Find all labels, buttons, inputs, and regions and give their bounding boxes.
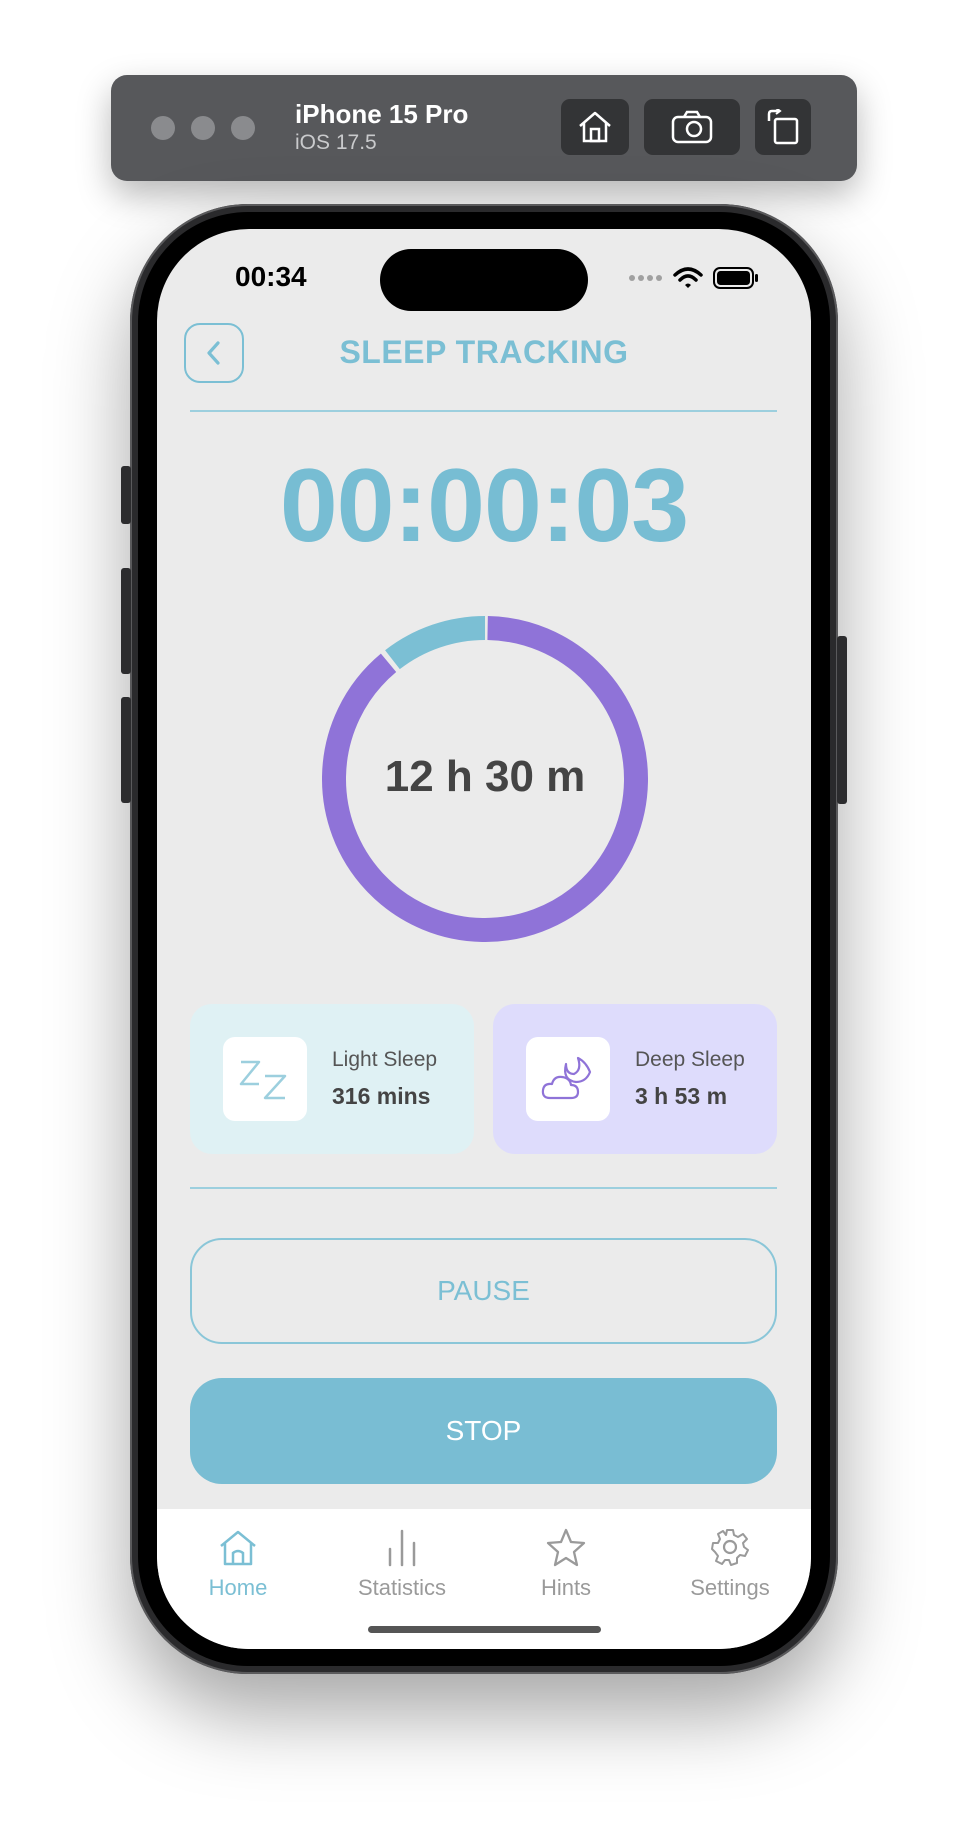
light-sleep-label: Light Sleep bbox=[332, 1048, 438, 1071]
header-divider bbox=[190, 410, 777, 412]
tab-settings-label: Settings bbox=[690, 1575, 770, 1600]
tab-hints[interactable]: Hints bbox=[496, 1509, 636, 1601]
page-title: SLEEP TRACKING bbox=[339, 334, 629, 370]
screenshot-button[interactable] bbox=[644, 99, 740, 155]
home-icon bbox=[579, 111, 611, 143]
volume-down-button[interactable] bbox=[121, 697, 131, 803]
power-button[interactable] bbox=[837, 636, 847, 804]
window-close-dot[interactable] bbox=[151, 116, 175, 140]
tab-statistics-label: Statistics bbox=[357, 1575, 447, 1600]
signal-icon bbox=[629, 275, 662, 281]
light-sleep-card: Light Sleep 316 mins bbox=[190, 1004, 474, 1154]
os-version: iOS 17.5 bbox=[295, 131, 377, 154]
gear-icon bbox=[711, 1529, 749, 1566]
tab-settings[interactable]: Settings bbox=[660, 1509, 800, 1601]
window-minimize-dot[interactable] bbox=[191, 116, 215, 140]
cloud-moon-icon bbox=[526, 1037, 610, 1121]
cards-divider bbox=[190, 1187, 777, 1189]
status-icons bbox=[629, 267, 759, 289]
bar-chart-icon bbox=[388, 1529, 416, 1567]
camera-icon bbox=[671, 110, 713, 144]
wifi-icon bbox=[673, 267, 703, 288]
deep-sleep-value: 3 h 53 m bbox=[635, 1083, 728, 1109]
pause-button[interactable]: PAUSE bbox=[190, 1238, 777, 1344]
rotate-icon bbox=[767, 109, 799, 145]
dynamic-island bbox=[380, 249, 588, 311]
tab-statistics[interactable]: Statistics bbox=[332, 1509, 472, 1601]
deep-sleep-label: Deep Sleep bbox=[635, 1048, 745, 1071]
tab-hints-label: Hints bbox=[540, 1575, 592, 1600]
window-zoom-dot[interactable] bbox=[231, 116, 255, 140]
zz-icon bbox=[223, 1037, 307, 1121]
volume-up-button[interactable] bbox=[121, 568, 131, 674]
stop-button[interactable]: STOP bbox=[190, 1378, 777, 1484]
home-button[interactable] bbox=[561, 99, 629, 155]
status-time: 00:34 bbox=[235, 261, 307, 292]
light-sleep-value: 316 mins bbox=[332, 1083, 431, 1109]
rotate-button[interactable] bbox=[755, 99, 811, 155]
tab-home-label: Home bbox=[208, 1575, 268, 1600]
app-screen: 00:34 SLEEP TRACKING 00:00:03 12 h 30 m bbox=[157, 229, 811, 1649]
total-sleep-label: 12 h 30 m bbox=[384, 752, 586, 801]
battery-icon bbox=[713, 267, 758, 289]
tab-home[interactable]: Home bbox=[168, 1509, 308, 1601]
star-icon bbox=[546, 1528, 586, 1567]
home-icon bbox=[220, 1530, 256, 1566]
sleep-ring: 12 h 30 m bbox=[322, 616, 648, 942]
deep-sleep-card: Deep Sleep 3 h 53 m bbox=[493, 1004, 777, 1154]
action-button[interactable] bbox=[121, 466, 131, 524]
elapsed-timer: 00:00:03 bbox=[279, 448, 689, 564]
device-name: iPhone 15 Pro bbox=[295, 99, 469, 129]
simulator-toolbar: iPhone 15 Pro iOS 17.5 bbox=[111, 75, 857, 181]
home-indicator[interactable] bbox=[368, 1626, 601, 1633]
